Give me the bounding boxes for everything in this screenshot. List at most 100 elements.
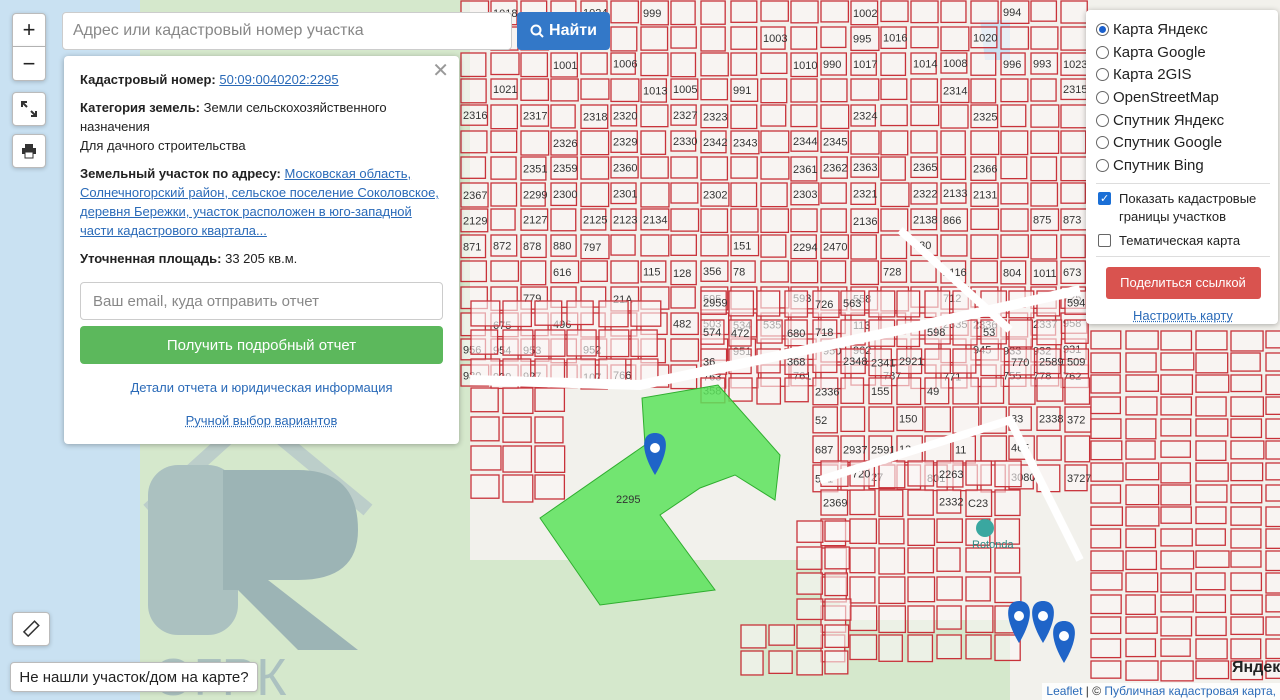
parcel-outline[interactable] bbox=[490, 130, 518, 154]
parcel-outline[interactable] bbox=[550, 208, 577, 232]
parcel-outline[interactable] bbox=[970, 52, 997, 76]
parcel-outline[interactable] bbox=[940, 234, 968, 257]
parcel-outline[interactable] bbox=[730, 26, 758, 50]
basemap-radio[interactable] bbox=[1096, 68, 1109, 82]
parcel-outline[interactable] bbox=[640, 130, 667, 155]
parcel-outline[interactable] bbox=[534, 474, 566, 500]
parcel-outline[interactable] bbox=[850, 130, 880, 155]
parcel-outline[interactable] bbox=[490, 156, 517, 180]
parcel-outline[interactable] bbox=[994, 489, 1021, 517]
parcel-outline[interactable] bbox=[490, 208, 516, 231]
parcel-outline[interactable] bbox=[730, 208, 759, 233]
parcel-outline[interactable] bbox=[849, 547, 876, 574]
parcel-outline[interactable] bbox=[910, 104, 940, 127]
get-report-button[interactable]: Получить подробный отчет bbox=[80, 326, 443, 364]
parcel-outline[interactable] bbox=[760, 156, 790, 180]
parcel-outline[interactable] bbox=[1265, 462, 1280, 481]
parcel-outline[interactable] bbox=[520, 260, 547, 286]
parcel-outline[interactable] bbox=[790, 26, 818, 50]
parcel-outline[interactable] bbox=[1265, 352, 1280, 372]
parcel-outline[interactable] bbox=[640, 182, 670, 208]
parcel-outline[interactable] bbox=[1195, 418, 1229, 437]
parcel-outline[interactable] bbox=[502, 387, 534, 415]
parcel-outline[interactable] bbox=[760, 208, 790, 233]
parcel-outline[interactable] bbox=[760, 130, 790, 154]
parcel-outline[interactable] bbox=[1060, 104, 1088, 129]
parcel-outline[interactable] bbox=[598, 300, 629, 328]
manual-selection-link[interactable]: Ручной выбор вариантов bbox=[80, 411, 443, 430]
parcel-outline[interactable] bbox=[728, 290, 755, 317]
parcel-outline[interactable] bbox=[907, 634, 934, 663]
parcel-outline[interactable] bbox=[1030, 78, 1057, 102]
parcel-outline[interactable] bbox=[980, 377, 1005, 404]
parcel-outline[interactable] bbox=[730, 52, 758, 76]
parcel-outline[interactable] bbox=[868, 406, 895, 432]
thematic-map-toggle[interactable]: Тематическая карта bbox=[1096, 232, 1270, 250]
basemap-radio[interactable] bbox=[1096, 158, 1109, 172]
parcel-outline[interactable] bbox=[1195, 462, 1229, 482]
parcel-outline[interactable] bbox=[1090, 594, 1122, 615]
parcel-outline[interactable] bbox=[760, 52, 788, 75]
parcel-outline[interactable] bbox=[824, 546, 850, 570]
parcel-outline[interactable] bbox=[670, 208, 700, 232]
parcel-outline[interactable] bbox=[924, 290, 951, 319]
parcel-outline[interactable] bbox=[610, 26, 638, 52]
show-cadastral-checkbox[interactable] bbox=[1098, 190, 1111, 208]
parcel-outline[interactable] bbox=[670, 338, 700, 362]
parcel-outline[interactable] bbox=[1195, 506, 1227, 525]
basemap-option[interactable]: Карта Google bbox=[1096, 41, 1270, 64]
parcel-outline[interactable] bbox=[1160, 374, 1194, 395]
parcel-outline[interactable] bbox=[880, 130, 909, 156]
parcel-outline[interactable] bbox=[1195, 594, 1227, 614]
parcel-outline[interactable] bbox=[907, 547, 935, 574]
parcel-outline[interactable] bbox=[502, 445, 533, 473]
parcel-outline[interactable] bbox=[1030, 130, 1060, 154]
parcel-outline[interactable] bbox=[630, 300, 662, 327]
parcel-outline[interactable] bbox=[820, 208, 847, 233]
parcel-outline[interactable] bbox=[730, 104, 758, 130]
parcel-outline[interactable] bbox=[994, 547, 1021, 574]
parcel-outline[interactable] bbox=[880, 52, 907, 76]
parcel-outline[interactable] bbox=[502, 474, 534, 503]
parcel-outline[interactable] bbox=[1125, 418, 1157, 440]
cadastral-number-link[interactable]: 50:09:0040202:2295 bbox=[219, 72, 338, 87]
parcel-outline[interactable] bbox=[1230, 374, 1263, 393]
parcel-outline[interactable] bbox=[470, 416, 500, 442]
thematic-map-checkbox[interactable] bbox=[1098, 233, 1111, 247]
parcel-outline[interactable] bbox=[1090, 616, 1122, 635]
parcel-outline[interactable] bbox=[1160, 594, 1194, 613]
parcel-outline[interactable] bbox=[1090, 528, 1122, 549]
parcel-outline[interactable] bbox=[1064, 377, 1091, 405]
parcel-outline[interactable] bbox=[670, 52, 697, 78]
parcel-outline[interactable] bbox=[907, 605, 935, 634]
parcel-outline[interactable] bbox=[910, 130, 938, 154]
parcel-outline[interactable] bbox=[1036, 377, 1064, 402]
parcel-outline[interactable] bbox=[940, 130, 966, 156]
parcel-outline[interactable] bbox=[965, 460, 992, 486]
parcel-outline[interactable] bbox=[760, 0, 789, 22]
parcel-outline[interactable] bbox=[1160, 440, 1192, 458]
parcel-outline[interactable] bbox=[1030, 104, 1060, 128]
parcel-outline[interactable] bbox=[1060, 26, 1089, 51]
parcel-outline[interactable] bbox=[1230, 528, 1262, 549]
parcel-outline[interactable] bbox=[940, 156, 967, 180]
parcel-outline[interactable] bbox=[790, 104, 818, 128]
parcel-outline[interactable] bbox=[820, 0, 850, 23]
parcel-outline[interactable] bbox=[670, 234, 697, 256]
parcel-outline[interactable] bbox=[640, 234, 670, 257]
parcel-outline[interactable] bbox=[550, 104, 576, 129]
parcel-outline[interactable] bbox=[850, 234, 877, 260]
search-input[interactable] bbox=[62, 12, 512, 50]
parcel-outline[interactable] bbox=[880, 156, 906, 181]
parcel-outline[interactable] bbox=[1125, 594, 1156, 615]
parcel-outline[interactable] bbox=[1265, 374, 1280, 396]
parcel-outline[interactable] bbox=[640, 156, 669, 179]
parcel-outline[interactable] bbox=[670, 26, 697, 49]
parcel-outline[interactable] bbox=[980, 348, 1006, 377]
parcel-outline[interactable] bbox=[1160, 396, 1193, 416]
parcel-outline[interactable] bbox=[1195, 660, 1230, 680]
parcel-outline[interactable] bbox=[1125, 572, 1159, 593]
parcel-outline[interactable] bbox=[940, 0, 967, 24]
parcel-outline[interactable] bbox=[640, 104, 669, 128]
parcel-outline[interactable] bbox=[1265, 484, 1280, 502]
